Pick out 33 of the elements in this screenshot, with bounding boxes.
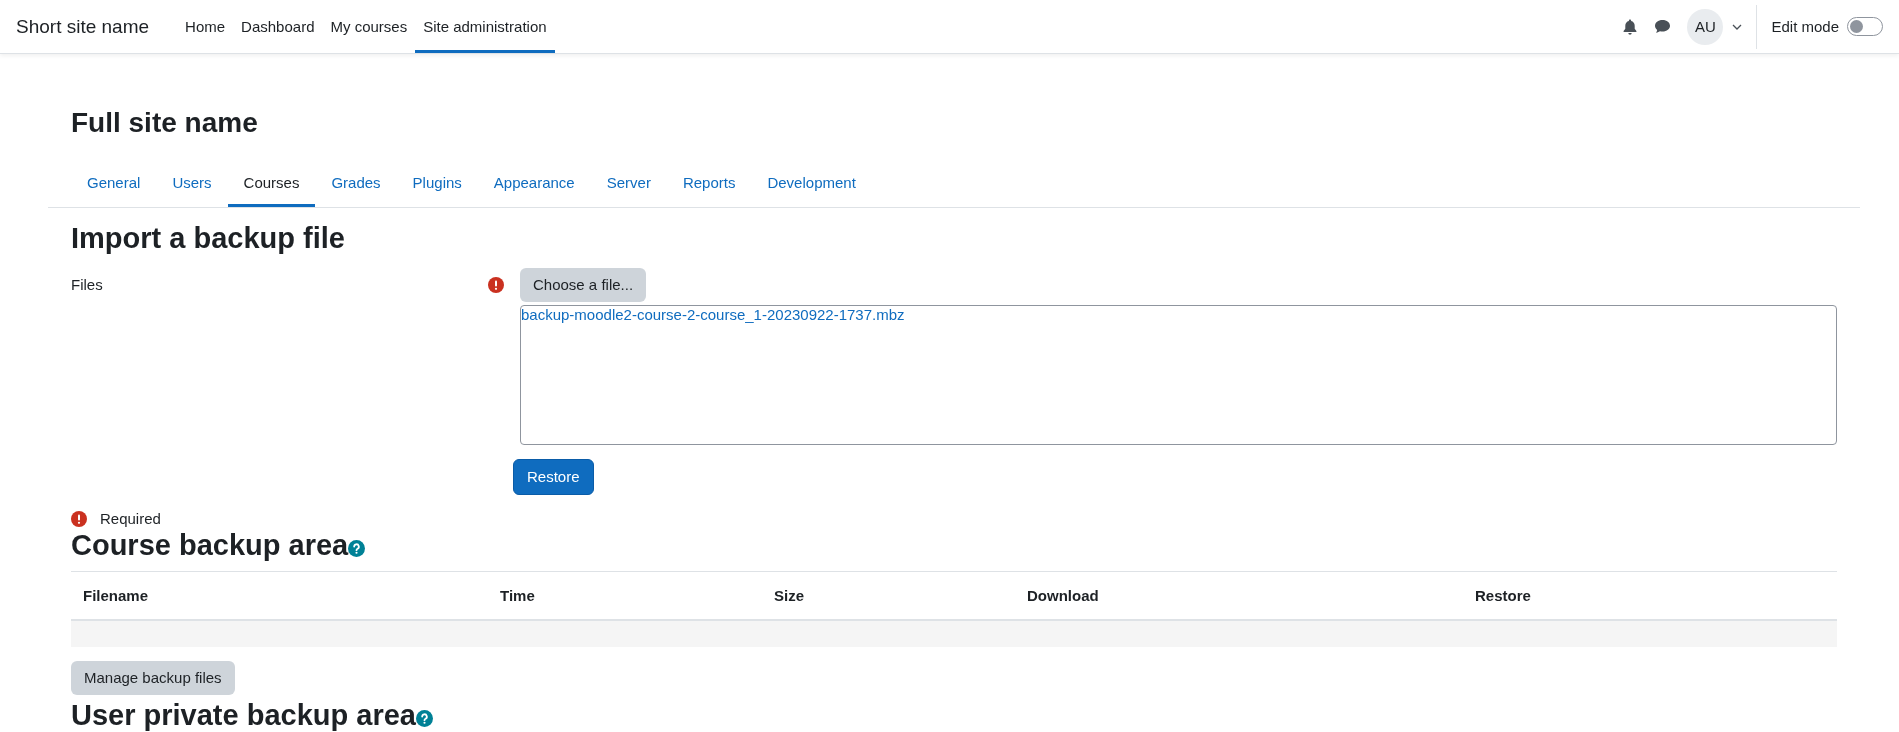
nav-link[interactable]: Dashboard xyxy=(233,3,323,53)
help-icon[interactable] xyxy=(348,540,366,557)
site-name[interactable]: Short site name xyxy=(16,15,150,38)
section-heading: Import a backup file xyxy=(71,221,346,256)
page-title: Full site name xyxy=(71,106,259,140)
tab[interactable]: Reports xyxy=(666,160,752,207)
tab[interactable]: Courses xyxy=(227,160,316,207)
restore-button[interactable]: Restore xyxy=(513,459,594,495)
edit-mode-toggle[interactable] xyxy=(1847,17,1883,36)
tab[interactable]: Development xyxy=(751,160,872,207)
tab[interactable]: Users xyxy=(156,160,228,207)
notification-bell-icon[interactable] xyxy=(1623,18,1638,35)
tab[interactable]: General xyxy=(71,160,157,207)
chat-bubble-icon[interactable] xyxy=(1654,19,1672,34)
help-icon[interactable] xyxy=(415,710,433,727)
nav-link[interactable]: Site administration xyxy=(415,3,555,53)
choose-file-button[interactable]: Choose a file... xyxy=(520,268,647,302)
nav-link[interactable]: My courses xyxy=(322,3,416,53)
tab[interactable]: Appearance xyxy=(477,160,591,207)
tab[interactable]: Grades xyxy=(315,160,397,207)
required-icon xyxy=(71,510,87,527)
tab[interactable]: Server xyxy=(590,160,667,207)
heading-text: User private backup area xyxy=(71,699,416,731)
chevron-down-icon[interactable] xyxy=(1732,23,1743,30)
nav-link[interactable]: Home xyxy=(177,3,234,53)
edit-mode-label: Edit mode xyxy=(1771,18,1839,35)
manage-backup-files-button[interactable]: Manage backup files xyxy=(71,661,235,695)
field-label: Files xyxy=(71,275,104,295)
user-avatar[interactable]: AU xyxy=(1687,8,1724,45)
heading-text: Course backup area xyxy=(71,529,349,561)
required-note: Required xyxy=(100,510,161,527)
tab[interactable]: Plugins xyxy=(396,160,478,207)
file-link[interactable]: backup-moodle2-course-2-course_1-20230922-1737.mbz xyxy=(521,306,905,323)
